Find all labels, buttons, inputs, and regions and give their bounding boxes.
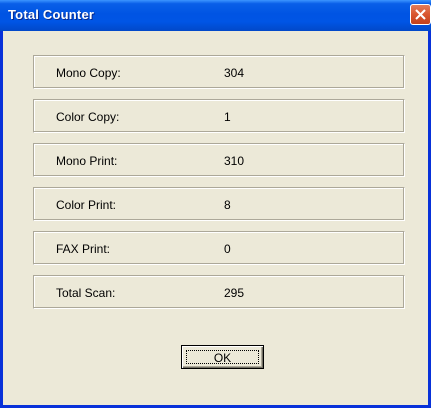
title-bar[interactable]: Total Counter <box>0 0 431 31</box>
counter-value: 1 <box>224 110 231 124</box>
counter-row-fax-print: FAX Print: 0 <box>33 231 405 265</box>
counter-label: Total Scan: <box>56 286 116 300</box>
counter-row-mono-print: Mono Print: 310 <box>33 143 405 177</box>
counter-value: 295 <box>224 286 245 300</box>
close-icon <box>415 9 426 20</box>
counter-label: Mono Copy: <box>56 66 121 80</box>
ok-button-label: OK <box>213 351 232 365</box>
counter-value: 8 <box>224 198 231 212</box>
counter-value: 304 <box>224 66 245 80</box>
counter-row-mono-copy: Mono Copy: 304 <box>33 55 405 89</box>
counter-label: Color Copy: <box>56 110 120 124</box>
dialog-content: Mono Copy: 304 Color Copy: 1 Mono Print:… <box>3 31 428 405</box>
ok-button[interactable]: OK <box>181 345 264 369</box>
counter-value: 0 <box>224 242 231 256</box>
counter-value: 310 <box>224 154 245 168</box>
close-button[interactable] <box>410 4 431 25</box>
window-title: Total Counter <box>8 7 95 22</box>
counter-row-total-scan: Total Scan: 295 <box>33 275 405 309</box>
counter-row-color-copy: Color Copy: 1 <box>33 99 405 133</box>
total-counter-dialog: Total Counter Mono Copy: 304 Color Copy:… <box>0 0 431 408</box>
counter-label: Mono Print: <box>56 154 118 168</box>
counter-row-color-print: Color Print: 8 <box>33 187 405 221</box>
counter-label: FAX Print: <box>56 242 111 256</box>
counter-label: Color Print: <box>56 198 117 212</box>
